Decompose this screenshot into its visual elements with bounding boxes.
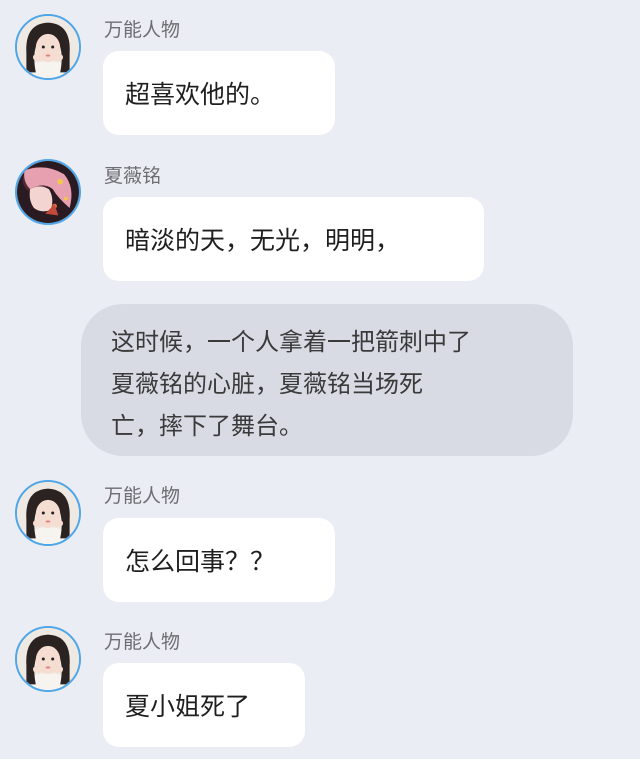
sender-name: 万能人物 [104,485,181,507]
narration-bubble[interactable]: 这时候，一个人拿着一把箭刺中了 夏薇铭的心脏，夏薇铭当场死 亡，摔下了舞台。 [81,304,573,456]
chat-message: 万能人物 超喜欢他的。 [0,0,640,140]
sender-name: 万能人物 [104,19,181,41]
message-bubble[interactable]: 怎么回事？？ [103,518,335,602]
sender-name: 万能人物 [104,631,181,653]
girl-avatar-icon[interactable] [15,14,81,80]
chat-message: 夏薇铭 暗淡的天，无光，明明， [0,140,640,285]
message-bubble[interactable]: 超喜欢他的。 [103,51,335,135]
message-bubble[interactable]: 夏小姐死了 [103,663,305,747]
narration-line: 夏薇铭的心脏，夏薇铭当场死 [111,370,423,398]
chat-message: 万能人物 怎么回事？？ [0,470,640,610]
narration-line: 亡，摔下了舞台。 [111,412,303,440]
chat-message: 万能人物 夏小姐死了 [0,617,640,759]
girl-avatar-icon[interactable] [15,626,81,692]
narration-line: 这时候，一个人拿着一把箭刺中了 [111,328,471,356]
anime-avatar-icon[interactable] [15,159,81,225]
message-bubble[interactable]: 暗淡的天，无光，明明， [103,197,484,281]
girl-avatar-icon[interactable] [15,480,81,546]
sender-name: 夏薇铭 [104,165,162,187]
